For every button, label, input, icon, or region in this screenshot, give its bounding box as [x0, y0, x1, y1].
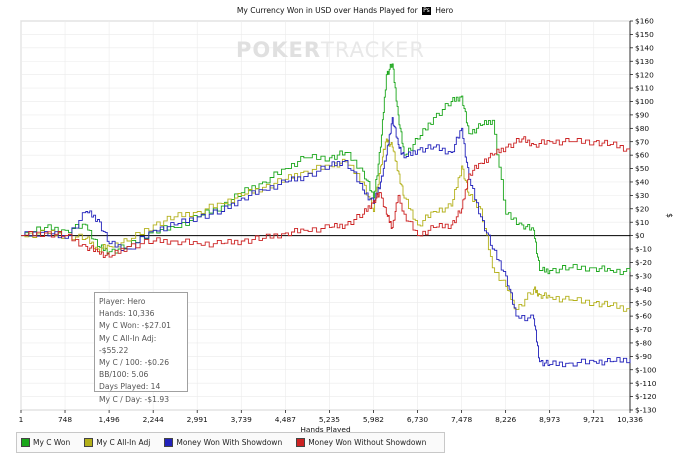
x-tick-label: 6,730 [407, 415, 428, 424]
x-tick-label: 1 [19, 415, 24, 424]
y-tick-label: $110 [635, 84, 654, 93]
y-tick-label: $40 [635, 178, 649, 187]
stat-c-per-day: My C / Day: -$1.93 [99, 394, 170, 404]
y-tick-label: $-10 [635, 245, 652, 254]
y-tick-label: $-120 [635, 392, 657, 401]
x-tick-label: 5,235 [319, 415, 340, 424]
x-tick-label: 3,739 [231, 415, 252, 424]
y-tick-label: $-70 [635, 325, 652, 334]
legend-item-allin-adj[interactable]: My C All-In Adj [84, 438, 150, 447]
stat-bb-100: BB/100: 5.06 [99, 370, 149, 380]
y-tick-label: $-80 [635, 339, 652, 348]
legend-swatch-green [21, 438, 30, 447]
x-tick-label: 10,336 [617, 415, 643, 424]
y-tick-label: $-100 [635, 365, 657, 374]
stats-box: Player: Hero Hands: 10,336 My C Won: -$2… [94, 292, 188, 404]
x-tick-label: 5,982 [363, 415, 384, 424]
legend-label: My C All-In Adj [96, 438, 151, 447]
stat-hands: Hands: 10,336 [99, 309, 155, 319]
stat-player: Player: Hero [99, 297, 146, 306]
legend-swatch-blue [164, 438, 174, 447]
x-tick-label: 7,478 [451, 415, 472, 424]
x-tick-label: 8,973 [539, 415, 560, 424]
y-tick-label: $160 [635, 17, 654, 26]
y-tick-label: $60 [635, 151, 649, 160]
x-tick-label: 2,244 [143, 415, 164, 424]
chart-title: My Currency Won in USD over Hands Played… [0, 6, 690, 15]
y-tick-label: $100 [635, 97, 654, 106]
y-tick-label: $-30 [635, 271, 652, 280]
legend-item-without-showdown[interactable]: Money Won Without Showdown [296, 438, 426, 447]
x-tick-label: 8,226 [495, 415, 516, 424]
legend-swatch-olive [84, 438, 94, 447]
legend-label: Money Won With Showdown [176, 438, 283, 447]
y-tick-label: $150 [635, 30, 654, 39]
legend-label: My C Won [33, 438, 71, 447]
legend-item-c-won[interactable]: My C Won [21, 438, 70, 447]
y-tick-label: $80 [635, 124, 649, 133]
y-tick-label: $70 [635, 137, 649, 146]
x-tick-label: 1,496 [99, 415, 120, 424]
y-axis-label: $ [665, 213, 674, 218]
y-tick-label: $130 [635, 57, 654, 66]
stat-c-per-100: My C / 100: -$0.26 [99, 358, 170, 368]
y-tick-label: $50 [635, 164, 649, 173]
y-tick-label: $0 [635, 231, 645, 240]
legend-swatch-red [296, 438, 306, 447]
y-tick-label: $-90 [635, 352, 652, 361]
y-tick-label: $120 [635, 70, 654, 79]
watermark-thin: TRACKER [321, 38, 425, 62]
legend-item-with-showdown[interactable]: Money Won With Showdown [164, 438, 282, 447]
x-tick-label: 2,991 [187, 415, 208, 424]
y-tick-label: $20 [635, 204, 649, 213]
y-tick-label: $10 [635, 218, 649, 227]
stat-c-won: My C Won: -$27.01 [99, 321, 171, 331]
y-tick-label: $-50 [635, 298, 652, 307]
y-tick-label: $30 [635, 191, 649, 200]
y-tick-label: $140 [635, 43, 654, 52]
x-tick-label: 9,721 [583, 415, 604, 424]
watermark-bold: POKER [236, 38, 322, 62]
y-tick-label: $90 [635, 110, 649, 119]
stat-allin-adj: My C All-In Adj: -$55.22 [99, 333, 157, 355]
chart-title-prefix: My Currency Won in USD over Hands Played… [236, 6, 418, 15]
chart-title-player: Hero [435, 6, 454, 15]
y-tick-label: $-60 [635, 312, 652, 321]
site-icon: Ps [422, 7, 431, 15]
x-tick-label: 748 [58, 415, 72, 424]
y-tick-label: $-20 [635, 258, 652, 267]
chart-legend: My C Won My C All-In Adj Money Won With … [16, 432, 446, 453]
legend-label: Money Won Without Showdown [308, 438, 427, 447]
y-tick-label: $-130 [635, 406, 657, 415]
x-tick-label: 4,487 [275, 415, 296, 424]
stat-days-played: Days Played: 14 [99, 382, 161, 392]
y-tick-label: $-40 [635, 285, 652, 294]
pokertracker-watermark: POKERTRACKER [236, 38, 425, 62]
y-tick-label: $-110 [635, 379, 657, 388]
